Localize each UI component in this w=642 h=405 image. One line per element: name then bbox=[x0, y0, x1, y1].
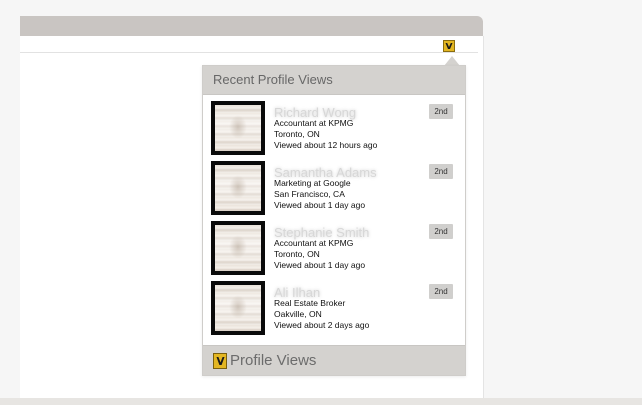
popup-title: Recent Profile Views bbox=[203, 66, 465, 95]
profile-item[interactable]: Samantha Adams Marketing at Google San F… bbox=[211, 161, 461, 219]
profile-location: Toronto, ON bbox=[274, 249, 320, 259]
page-bottom-strip bbox=[0, 398, 642, 405]
connection-degree-badge: 2nd bbox=[429, 224, 453, 239]
eye-logo-glyph bbox=[445, 43, 453, 49]
connection-degree-badge: 2nd bbox=[429, 104, 453, 119]
profile-photo[interactable] bbox=[211, 161, 265, 215]
eye-logo-icon[interactable] bbox=[443, 40, 455, 52]
profile-item[interactable]: Stephanie Smith Accountant at KPMG Toron… bbox=[211, 221, 461, 279]
address-bar[interactable] bbox=[20, 40, 478, 53]
profile-photo[interactable] bbox=[211, 221, 265, 275]
profile-headline: Real Estate Broker bbox=[274, 298, 346, 308]
profile-viewed-time: Viewed about 12 hours ago bbox=[274, 140, 378, 150]
profile-item[interactable]: Ali Ilhan Real Estate Broker Oakville, O… bbox=[211, 281, 461, 339]
profile-headline: Marketing at Google bbox=[274, 178, 351, 188]
connection-degree-badge: 2nd bbox=[429, 164, 453, 179]
profile-viewed-time: Viewed about 1 day ago bbox=[274, 260, 366, 270]
connection-degree-badge: 2nd bbox=[429, 284, 453, 299]
profile-item[interactable]: Richard Wong Accountant at KPMG Toronto,… bbox=[211, 101, 461, 159]
profile-viewed-time: Viewed about 1 day ago bbox=[274, 200, 366, 210]
profile-viewed-time: Viewed about 2 days ago bbox=[274, 320, 370, 330]
profile-headline: Accountant at KPMG bbox=[274, 238, 354, 248]
profile-photo[interactable] bbox=[211, 101, 265, 155]
recent-profile-views-popup: Recent Profile Views Richard Wong Accoun… bbox=[202, 65, 466, 376]
footer-label[interactable]: Profile Views bbox=[230, 352, 316, 369]
profile-headline: Accountant at KPMG bbox=[274, 118, 354, 128]
profile-location: San Francisco, CA bbox=[274, 189, 345, 199]
popup-footer[interactable]: Profile Views bbox=[203, 345, 465, 375]
eye-logo-glyph bbox=[216, 356, 224, 365]
profile-photo[interactable] bbox=[211, 281, 265, 335]
profile-location: Toronto, ON bbox=[274, 129, 320, 139]
eye-logo-icon bbox=[213, 352, 227, 369]
profile-location: Oakville, ON bbox=[274, 309, 322, 319]
